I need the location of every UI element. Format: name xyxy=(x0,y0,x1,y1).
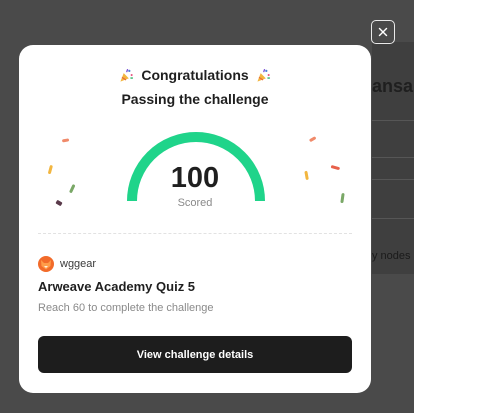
close-button[interactable] xyxy=(371,20,395,44)
background-divider xyxy=(372,157,414,158)
section-divider xyxy=(38,233,352,234)
fox-logo-icon xyxy=(38,256,54,272)
score-value: 100 xyxy=(170,162,220,194)
background-page-title: ansa xyxy=(372,76,414,96)
modal-subtitle: Passing the challenge xyxy=(121,91,269,107)
organization-name: wggear xyxy=(60,258,97,270)
view-challenge-details-button[interactable]: View challenge details xyxy=(38,336,352,373)
background-divider xyxy=(372,179,414,180)
party-popper-icon xyxy=(257,68,270,82)
view-challenge-details-label: View challenge details xyxy=(136,348,254,361)
background-divider xyxy=(372,218,414,219)
background-divider xyxy=(372,120,414,121)
modal-title: Congratulations xyxy=(141,67,249,83)
background-text: y nodes xyxy=(372,250,411,262)
close-icon xyxy=(378,27,388,37)
modal-title-row: Congratulations xyxy=(19,67,371,83)
quiz-title: Arweave Academy Quiz 5 xyxy=(38,279,196,294)
party-popper-icon xyxy=(120,68,134,82)
challenge-result-modal: Congratulations Passing the challenge 10… xyxy=(19,45,371,393)
score-label: Scored xyxy=(177,197,213,209)
organization-row: wggear xyxy=(38,256,96,272)
quiz-description: Reach 60 to complete the challenge xyxy=(38,302,214,314)
